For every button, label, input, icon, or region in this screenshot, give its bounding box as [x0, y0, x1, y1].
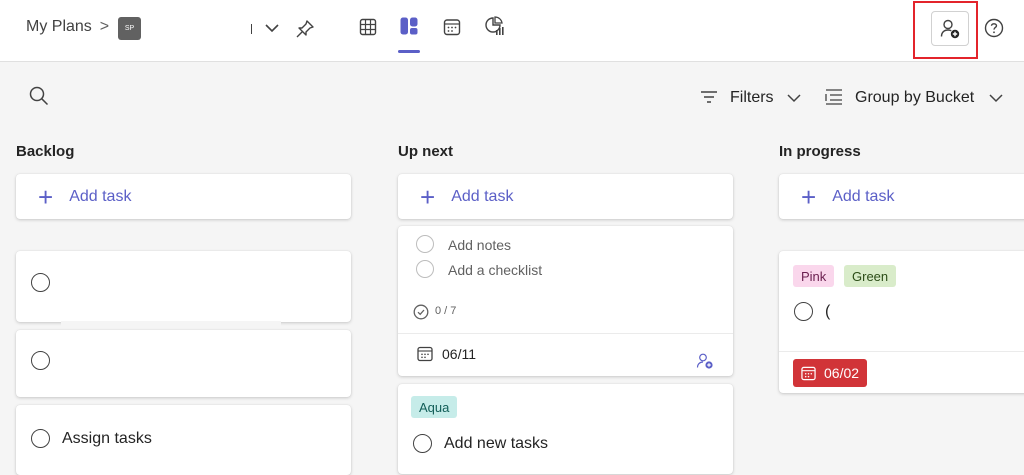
group-by-icon — [823, 87, 845, 107]
calendar-icon — [801, 366, 816, 380]
breadcrumb-separator: > — [99, 18, 110, 35]
plan-menu-chevron-icon[interactable] — [262, 18, 282, 38]
search-icon[interactable] — [28, 85, 50, 107]
breadcrumb: My Plans > — [26, 18, 109, 36]
active-view-indicator — [398, 50, 420, 53]
schedule-view-icon[interactable] — [440, 15, 464, 39]
notes-icon — [416, 235, 434, 253]
grid-view-icon[interactable] — [356, 15, 380, 39]
assign-member-icon[interactable] — [695, 351, 715, 371]
complete-task-checkbox[interactable] — [31, 429, 50, 448]
filters-button[interactable]: Filters — [730, 89, 774, 107]
plan-avatar[interactable]: SP — [118, 17, 141, 40]
task-title: Add new tasks — [444, 435, 549, 452]
add-checklist-link[interactable]: Add a checklist — [448, 262, 542, 278]
task-card[interactable] — [16, 330, 351, 397]
board-view-icon[interactable] — [397, 14, 421, 38]
due-date[interactable]: 06/11 — [442, 346, 476, 362]
task-card-expanded[interactable]: Add notes Add a checklist 0 / 7 06/11 — [398, 226, 733, 376]
plus-icon: + — [420, 181, 436, 212]
filter-icon — [699, 88, 719, 106]
pin-icon[interactable] — [293, 17, 317, 41]
label-pink: Pink — [793, 265, 835, 287]
task-card[interactable] — [16, 251, 351, 322]
group-by-button[interactable]: Group by Bucket — [855, 89, 974, 107]
task-title: ( — [825, 303, 831, 320]
task-card[interactable]: Assign tasks — [16, 405, 351, 475]
card-divider — [779, 351, 1024, 352]
label-green: Green — [844, 265, 897, 287]
label-aqua: Aqua — [411, 396, 458, 418]
bucket-title-in-progress[interactable]: In progress — [779, 143, 861, 160]
help-icon[interactable] — [983, 17, 1005, 39]
add-member-icon — [940, 19, 960, 38]
card-divider — [398, 333, 733, 334]
filters-chevron-icon[interactable] — [785, 91, 803, 105]
checklist-progress-icon — [412, 303, 430, 321]
task-card[interactable]: Pink Green ( 06/02 — [779, 251, 1024, 393]
task-card[interactable]: Aqua Add new tasks — [398, 384, 733, 474]
add-notes-link[interactable]: Add notes — [448, 237, 511, 253]
checklist-progress: 0 / 7 — [435, 305, 457, 317]
overdue-date-badge[interactable]: 06/02 — [793, 359, 868, 387]
bucket-title-backlog[interactable]: Backlog — [16, 143, 74, 160]
share-plan-button[interactable] — [931, 11, 969, 46]
plan-name-truncated — [251, 24, 252, 34]
plus-icon: + — [801, 181, 817, 212]
breadcrumb-my-plans[interactable]: My Plans — [26, 18, 92, 36]
charts-view-icon[interactable] — [482, 14, 506, 38]
complete-task-checkbox[interactable] — [413, 434, 432, 453]
add-task-button-up-next[interactable]: + Add task — [398, 174, 733, 219]
add-task-button-backlog[interactable]: + Add task — [16, 174, 351, 219]
bucket-title-up-next[interactable]: Up next — [398, 143, 453, 160]
checklist-item-checkbox[interactable] — [416, 260, 434, 278]
complete-task-checkbox[interactable] — [31, 273, 50, 292]
plus-icon: + — [38, 181, 54, 212]
complete-task-checkbox[interactable] — [794, 302, 813, 321]
complete-task-checkbox[interactable] — [31, 351, 50, 370]
top-bar: My Plans > SP — [0, 0, 1024, 62]
add-task-button-in-progress[interactable]: + Add task — [779, 174, 1024, 219]
calendar-icon — [416, 345, 434, 363]
group-by-chevron-icon[interactable] — [987, 91, 1005, 105]
